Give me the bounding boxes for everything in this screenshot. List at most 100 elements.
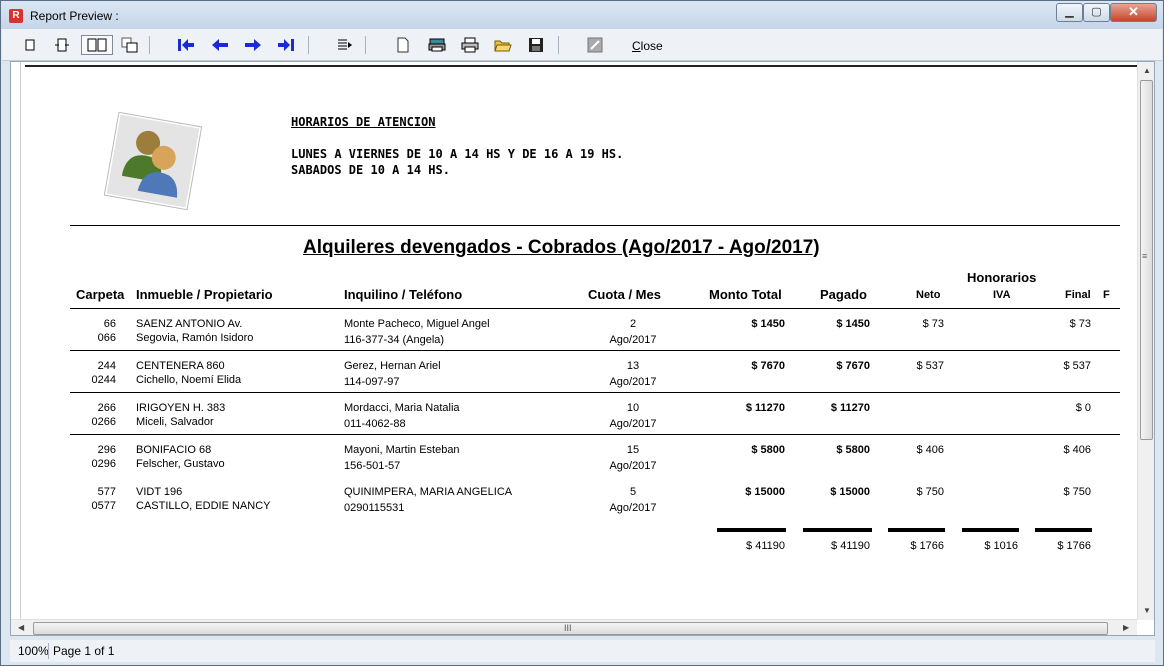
total-rule — [888, 528, 945, 532]
honorarios-header: Honorarios — [967, 270, 1037, 285]
total-iva: $ 1016 — [984, 540, 1018, 552]
scroll-right-icon[interactable]: ▶ — [1123, 623, 1129, 632]
cell-monto: $ 7670 — [751, 360, 785, 372]
report-page: HORARIOS DE ATENCION LUNES A VIERNES DE … — [25, 65, 1137, 625]
cell-propietario: Felscher, Gustavo — [136, 458, 225, 470]
cell-inmueble: SAENZ ANTONIO Av. — [136, 318, 243, 330]
cell-pagado: $ 15000 — [830, 486, 870, 498]
col-monto: Monto Total — [709, 287, 782, 302]
cell-pagado: $ 7670 — [836, 360, 870, 372]
row-divider — [70, 392, 1120, 393]
cell-mes: Ago/2017 — [609, 418, 657, 430]
previous-page-button[interactable] — [209, 35, 231, 55]
first-page-icon — [178, 39, 194, 51]
page-width-button[interactable] — [51, 35, 73, 55]
schedule-saturday: SABADOS DE 10 A 14 HS. — [291, 163, 450, 177]
cell-mes: Ago/2017 — [609, 502, 657, 514]
go-to-page-button[interactable] — [334, 35, 356, 55]
vertical-scrollbar[interactable]: ▲ ≡ ▼ — [1137, 62, 1154, 620]
cell-carpeta: 296 — [97, 444, 116, 456]
save-button[interactable] — [525, 35, 547, 55]
page-indicator: Page 1 of 1 — [53, 644, 115, 658]
toolbar-separator — [365, 36, 366, 54]
col-final: Final — [1065, 289, 1091, 301]
horizontal-scroll-thumb[interactable]: III — [33, 622, 1108, 635]
page-setup-button[interactable] — [392, 35, 414, 55]
cell-inmueble: IRIGOYEN H. 383 — [136, 402, 226, 414]
cell-monto: $ 5800 — [751, 444, 785, 456]
title-rule — [70, 225, 1120, 226]
first-page-button[interactable] — [175, 35, 197, 55]
cell-final: $ 406 — [1063, 444, 1091, 456]
cell-monto: $ 15000 — [745, 486, 785, 498]
toolbar-separator — [149, 36, 150, 54]
cell-propietario: Miceli, Salvador — [136, 416, 214, 428]
cell-carpeta2: 0244 — [91, 374, 116, 386]
close-report-button[interactable]: Close — [632, 39, 663, 53]
cell-final: $ 73 — [1069, 318, 1091, 330]
cell-pagado: $ 1450 — [836, 318, 870, 330]
cell-cuota: 15 — [626, 444, 640, 456]
cell-neto: $ 73 — [922, 318, 944, 330]
cell-telefono: 114-097-97 — [344, 376, 400, 388]
page-setup-icon — [397, 37, 409, 53]
multiple-pages-button[interactable] — [119, 35, 141, 55]
cell-propietario: CASTILLO, EDDIE NANCY — [136, 500, 271, 512]
vertical-scroll-thumb[interactable]: ≡ — [1140, 80, 1153, 440]
cell-neto: $ 537 — [916, 360, 944, 372]
total-rule — [717, 528, 786, 532]
cell-inquilino: Gerez, Hernan Ariel — [344, 360, 441, 372]
scroll-up-icon[interactable]: ▲ — [1143, 66, 1151, 75]
toolbar: Close — [2, 29, 1162, 61]
col-cuota: Cuota / Mes — [588, 287, 661, 302]
preview-area: HORARIOS DE ATENCION LUNES A VIERNES DE … — [10, 61, 1155, 636]
horizontal-scrollbar[interactable]: ◀ III ▶ — [11, 619, 1137, 635]
scroll-left-icon[interactable]: ◀ — [18, 623, 24, 632]
single-page-icon — [25, 39, 35, 51]
next-page-icon — [245, 39, 261, 51]
row-divider — [70, 350, 1120, 351]
cell-inmueble: VIDT 196 — [136, 486, 183, 498]
cell-monto: $ 1450 — [751, 318, 785, 330]
multiple-pages-icon — [121, 37, 138, 53]
header-rule — [70, 308, 1120, 309]
total-final: $ 1766 — [1057, 540, 1091, 552]
scroll-down-icon[interactable]: ▼ — [1143, 606, 1151, 615]
open-button[interactable] — [492, 35, 514, 55]
total-monto: $ 41190 — [746, 540, 785, 552]
total-rule — [1035, 528, 1092, 532]
cell-telefono: 116-377-34 (Angela) — [344, 334, 445, 346]
two-pages-button[interactable] — [81, 35, 113, 55]
next-page-button[interactable] — [242, 35, 264, 55]
toolbar-separator — [308, 36, 309, 54]
report-title: Alquileres devengados - Cobrados (Ago/20… — [303, 237, 820, 258]
cell-carpeta: 66 — [103, 318, 116, 330]
toolbar-separator — [558, 36, 559, 54]
window-close-button[interactable]: ✕ — [1110, 3, 1157, 22]
cell-telefono: 011-4062-88 — [344, 418, 406, 430]
report-preview-window: R Report Preview : ▁ ▢ ✕ Close HORARIOS … — [0, 0, 1164, 666]
cell-cuota: 10 — [626, 402, 640, 414]
last-page-button[interactable] — [275, 35, 297, 55]
two-pages-icon — [87, 38, 107, 52]
cell-mes: Ago/2017 — [609, 334, 657, 346]
cell-mes: Ago/2017 — [609, 460, 657, 472]
total-rule — [962, 528, 1019, 532]
schedule-weekdays: LUNES A VIERNES DE 10 A 14 HS Y DE 16 A … — [291, 147, 624, 161]
cell-neto: $ 406 — [916, 444, 944, 456]
cell-final: $ 537 — [1063, 360, 1091, 372]
cell-carpeta: 577 — [97, 486, 116, 498]
printer-setup-button[interactable] — [426, 35, 448, 55]
single-page-button[interactable] — [19, 35, 41, 55]
maximize-button[interactable]: ▢ — [1083, 3, 1110, 22]
minimize-button[interactable]: ▁ — [1056, 3, 1083, 22]
col-extra: F — [1103, 289, 1110, 301]
cell-inmueble: BONIFACIO 68 — [136, 444, 212, 456]
export-button[interactable] — [584, 35, 606, 55]
cell-carpeta: 244 — [97, 360, 116, 372]
print-button[interactable] — [459, 35, 481, 55]
last-page-icon — [278, 39, 294, 51]
title-bar[interactable]: R Report Preview : ▁ ▢ ✕ — [1, 1, 1163, 29]
minimize-icon: ▁ — [1065, 6, 1074, 18]
maximize-icon: ▢ — [1091, 6, 1102, 18]
